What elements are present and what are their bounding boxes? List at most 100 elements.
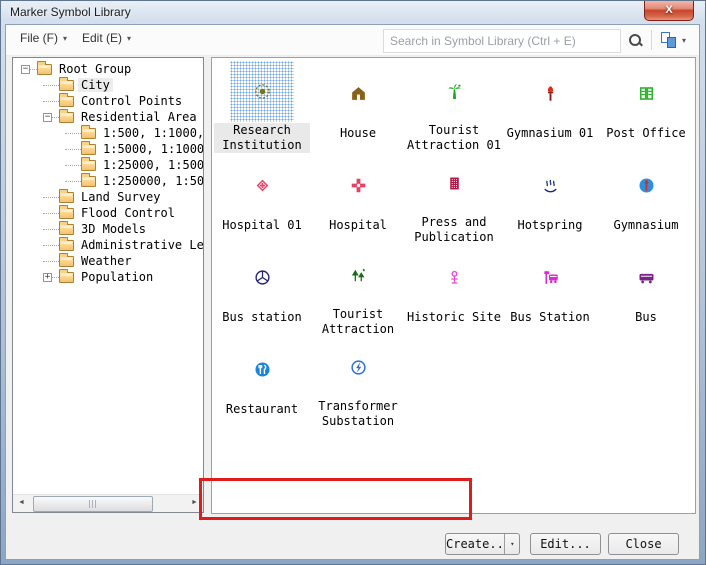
create-split-button[interactable]: Create.. ▾ bbox=[445, 533, 520, 555]
symbol-cell[interactable]: Tourist Attraction bbox=[310, 245, 406, 337]
tree-item[interactable]: 1:5000, 1:10000 bbox=[13, 141, 203, 157]
symbol-cell[interactable]: Gymnasium 01 bbox=[502, 61, 598, 153]
create-dropdown-arrow-icon[interactable]: ▾ bbox=[504, 534, 520, 554]
edit-button[interactable]: Edit... bbox=[530, 533, 601, 555]
symbol-library-search-input[interactable] bbox=[384, 30, 620, 52]
expand-icon[interactable]: + bbox=[43, 273, 52, 282]
search-icon[interactable] bbox=[628, 33, 642, 47]
torch-icon bbox=[542, 85, 559, 102]
folder-icon bbox=[59, 192, 74, 203]
tree-connector bbox=[52, 117, 59, 118]
tree-item[interactable]: Weather bbox=[13, 253, 203, 269]
symbol-cell[interactable]: Gymnasium bbox=[598, 153, 694, 245]
tree-horizontal-scrollbar[interactable]: ◄ ► bbox=[13, 494, 203, 512]
close-button[interactable]: Close bbox=[608, 533, 679, 555]
symbol-box bbox=[614, 61, 678, 125]
symbol-cell[interactable]: Hotspring bbox=[502, 153, 598, 245]
tree-item[interactable]: 1:25000, 1:50000 bbox=[13, 157, 203, 173]
symbol-cell[interactable]: Research Institution bbox=[214, 61, 310, 153]
symbol-box bbox=[518, 245, 582, 309]
menu-edit[interactable]: Edit (E) ▾ bbox=[82, 31, 131, 45]
symbol-cell[interactable]: House bbox=[310, 61, 406, 153]
tree-item[interactable]: 3D Models bbox=[13, 221, 203, 237]
tree-item[interactable]: Flood Control bbox=[13, 205, 203, 221]
tree-item[interactable]: 1:500, 1:1000, 1: bbox=[13, 125, 203, 141]
trees-icon bbox=[350, 267, 367, 284]
folder-icon bbox=[59, 208, 74, 219]
tree-item[interactable]: Administrative Lev bbox=[13, 237, 203, 253]
steering-wheel-icon bbox=[254, 269, 271, 286]
tree-item-label: Flood Control bbox=[78, 206, 178, 220]
tree-item[interactable]: − Residential Area bbox=[13, 109, 203, 125]
house-icon bbox=[350, 85, 367, 102]
symbol-label: Research Institution bbox=[214, 123, 310, 153]
scrollbar-thumb[interactable] bbox=[33, 496, 153, 512]
post-office-icon bbox=[638, 85, 655, 102]
tree-item-label: Weather bbox=[78, 254, 135, 268]
symbol-box bbox=[230, 337, 294, 401]
palm-tree-icon bbox=[446, 83, 463, 100]
close-window-button[interactable]: X bbox=[644, 1, 694, 21]
scroll-left-icon[interactable]: ◄ bbox=[13, 495, 30, 511]
symbol-cell[interactable]: Post Office bbox=[598, 61, 694, 153]
tree-item-label: Root Group bbox=[56, 62, 134, 76]
create-button[interactable]: Create.. bbox=[446, 534, 504, 554]
symbol-box bbox=[230, 245, 294, 309]
symbol-label: Restaurant bbox=[226, 402, 298, 417]
symbol-label: Tourist Attraction 01 bbox=[406, 123, 502, 153]
symbol-cell[interactable]: Historic Site bbox=[406, 245, 502, 337]
folder-icon bbox=[59, 240, 74, 251]
tree-item[interactable]: 1:250000, 1:5000 bbox=[13, 173, 203, 189]
tree-item[interactable]: Land Survey bbox=[13, 189, 203, 205]
folder-icon bbox=[59, 112, 74, 123]
tree-item-label: 1:5000, 1:10000 bbox=[100, 142, 203, 156]
symbol-cell[interactable]: Transformer Substation bbox=[310, 337, 406, 429]
symbol-box bbox=[518, 153, 582, 217]
symbol-cell[interactable]: Bus Station bbox=[502, 245, 598, 337]
folder-icon bbox=[59, 224, 74, 235]
tree-item[interactable]: Control Points bbox=[13, 93, 203, 109]
tree-item[interactable]: City bbox=[13, 77, 203, 93]
tree-connector bbox=[65, 181, 81, 182]
symbol-cell[interactable]: Hospital bbox=[310, 153, 406, 245]
symbol-cell[interactable]: Tourist Attraction 01 bbox=[406, 61, 502, 153]
bus-stop-icon bbox=[542, 269, 559, 286]
selected-symbol-box bbox=[230, 61, 294, 122]
folder-icon bbox=[81, 176, 96, 187]
folder-icon bbox=[37, 64, 52, 75]
symbol-box bbox=[230, 153, 294, 217]
symbol-box bbox=[614, 245, 678, 309]
hospital-cross-icon bbox=[350, 177, 367, 194]
symbol-cell[interactable]: Restaurant bbox=[214, 337, 310, 429]
folder-icon bbox=[81, 144, 96, 155]
tree-item[interactable]: − Root Group bbox=[13, 61, 203, 77]
scroll-right-icon[interactable]: ► bbox=[186, 495, 203, 511]
symbol-cell[interactable]: Bus station bbox=[214, 245, 310, 337]
symbol-label: Post Office bbox=[606, 126, 685, 141]
symbol-cell[interactable]: Bus bbox=[598, 245, 694, 337]
menu-file[interactable]: File (F) ▾ bbox=[20, 31, 67, 45]
tree-item[interactable]: +Population bbox=[13, 269, 203, 285]
folder-icon bbox=[59, 96, 74, 107]
tree-connector bbox=[43, 261, 59, 262]
symbol-cell[interactable]: Press and Publication bbox=[406, 153, 502, 245]
tree-connector bbox=[43, 101, 59, 102]
folder-icon bbox=[81, 160, 96, 171]
lightning-icon bbox=[350, 359, 367, 376]
tree-item-label: City bbox=[78, 78, 113, 92]
collapse-icon[interactable]: − bbox=[21, 65, 30, 74]
folder-icon bbox=[59, 80, 74, 91]
tree-item-label: 1:500, 1:1000, 1: bbox=[100, 126, 203, 140]
symbol-box bbox=[326, 337, 390, 398]
collapse-icon[interactable]: − bbox=[43, 113, 52, 122]
symbol-label: Tourist Attraction bbox=[310, 307, 406, 337]
symbol-view-mode-button[interactable]: ▾ bbox=[660, 30, 698, 50]
folder-icon bbox=[81, 128, 96, 139]
tree-item-label: Residential Area bbox=[78, 110, 200, 124]
tree-item-label: 3D Models bbox=[78, 222, 149, 236]
menu-bar: File (F) ▾ Edit (E) ▾ ▾ bbox=[6, 25, 699, 56]
symbol-label: Transformer Substation bbox=[310, 399, 406, 429]
tree-connector bbox=[43, 229, 59, 230]
tree-item-label: Land Survey bbox=[78, 190, 163, 204]
symbol-cell[interactable]: Hospital 01 bbox=[214, 153, 310, 245]
